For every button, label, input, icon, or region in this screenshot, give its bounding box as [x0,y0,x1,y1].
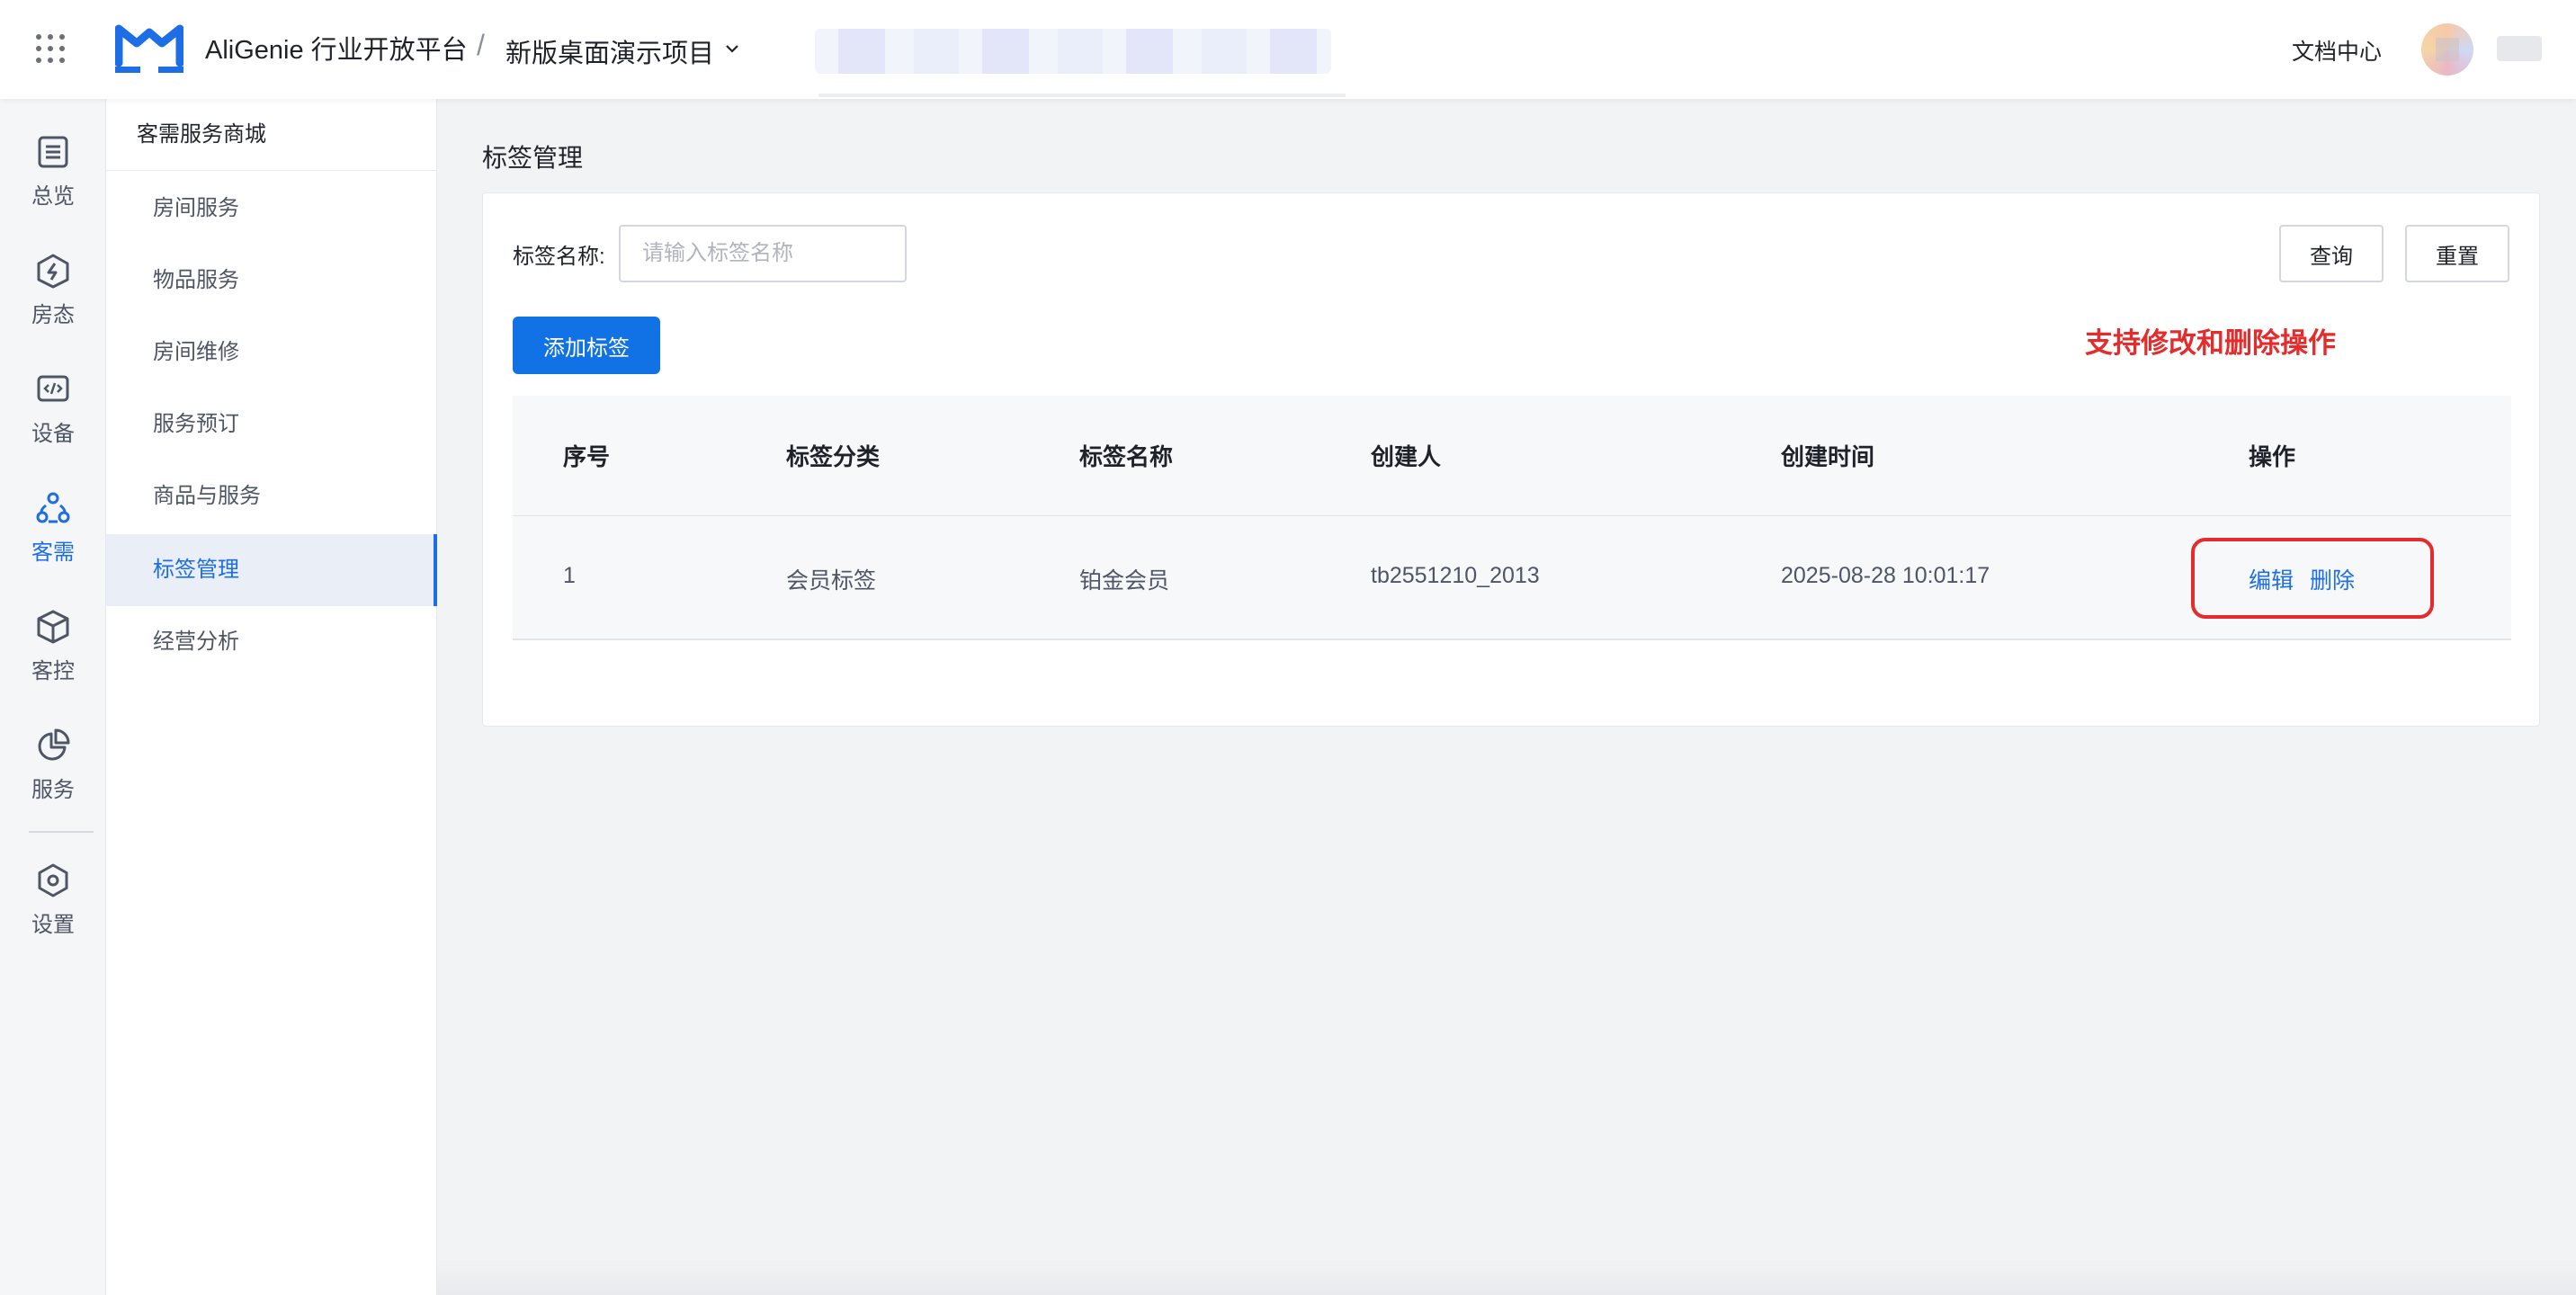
add-tag-button[interactable]: 添加标签 [513,317,660,374]
bottom-shade [437,1259,2576,1295]
sidebar-item-goods-service[interactable]: 物品服务 [106,245,437,317]
annotation-text: 支持修改和删除操作 [2085,327,2336,359]
platform-name: AliGenie 行业开放平台 [205,36,468,65]
rail-label: 设备 [31,422,75,446]
cell-creator: tb2551210_2013 [1371,563,1540,588]
redacted-underline [818,94,1346,97]
project-selector[interactable]: 新版桌面演示项目 [505,32,714,70]
rail-item-room-status[interactable]: 房态 [0,252,106,351]
rail-label: 客需 [31,540,75,565]
overview-icon [38,136,68,168]
table-header: 序号 标签分类 标签名称 创建人 创建时间 操作 [513,396,2511,516]
rail-item-guest-control[interactable]: 客控 [0,608,106,707]
rail-label: 设置 [31,913,75,937]
column-header-actions: 操作 [2249,443,2296,470]
column-header-category: 标签分类 [786,443,881,470]
settings-icon [38,863,68,898]
top-header: AliGenie 行业开放平台 / 新版桌面演示项目 文档中心 [0,0,2576,99]
rail-label: 总览 [31,184,75,209]
guest-control-icon [37,610,69,644]
sidebar-section-title: 客需服务商城 [106,99,436,171]
doc-center-link[interactable]: 文档中心 [2292,34,2382,67]
page-title: 标签管理 [482,144,584,172]
primary-nav-rail: 总览 房态 设备 客需 客控 服务 设置 [0,99,106,1295]
secondary-sidebar: 客需服务商城 房间服务 物品服务 房间维修 服务预订 商品与服务 标签管理 经营… [106,99,437,1295]
cell-created-at: 2025-08-28 10:01:17 [1781,563,1990,588]
app-grid-icon[interactable] [36,34,65,63]
breadcrumb-separator: / [477,29,485,61]
rail-item-settings[interactable]: 设置 [0,862,106,960]
avatar[interactable] [2421,23,2473,76]
column-header-creator: 创建人 [1371,443,1442,470]
aligenie-logo[interactable] [115,23,183,74]
sidebar-item-room-repair[interactable]: 房间维修 [106,317,437,388]
service-icon [38,728,70,761]
cell-name: 铂金会员 [1079,568,1170,594]
sidebar-item-room-service[interactable]: 房间服务 [106,173,437,245]
redacted-area [815,29,1331,74]
column-header-name: 标签名称 [1079,443,1174,470]
rail-label: 房态 [31,303,75,327]
cell-category: 会员标签 [786,568,877,594]
reset-button[interactable]: 重置 [2405,225,2509,282]
rail-label: 服务 [31,778,75,802]
query-button[interactable]: 查询 [2279,225,2384,282]
sidebar-item-products-services[interactable]: 商品与服务 [106,460,437,532]
tag-name-filter-label: 标签名称: [513,245,605,269]
room-status-icon [37,254,69,289]
chevron-down-icon[interactable] [723,40,741,58]
rail-label: 客控 [31,659,75,683]
rail-item-overview[interactable]: 总览 [0,133,106,232]
rail-item-service[interactable]: 服务 [0,727,106,826]
column-header-created-at: 创建时间 [1781,443,1875,470]
redacted-username[interactable] [2497,36,2542,61]
tag-name-input[interactable] [619,225,907,282]
cell-index: 1 [563,563,576,588]
column-header-index: 序号 [563,443,611,470]
device-icon [37,375,69,402]
rail-item-guest-needs[interactable]: 客需 [0,489,106,588]
sidebar-item-business-analysis[interactable]: 经营分析 [106,606,437,678]
sidebar-item-tag-management[interactable]: 标签管理 [106,534,437,606]
actions-highlight-box [2191,538,2434,619]
rail-divider [29,831,94,833]
guest-needs-icon [36,492,70,523]
rail-item-device[interactable]: 设备 [0,371,106,469]
sidebar-item-service-booking[interactable]: 服务预订 [106,388,437,460]
